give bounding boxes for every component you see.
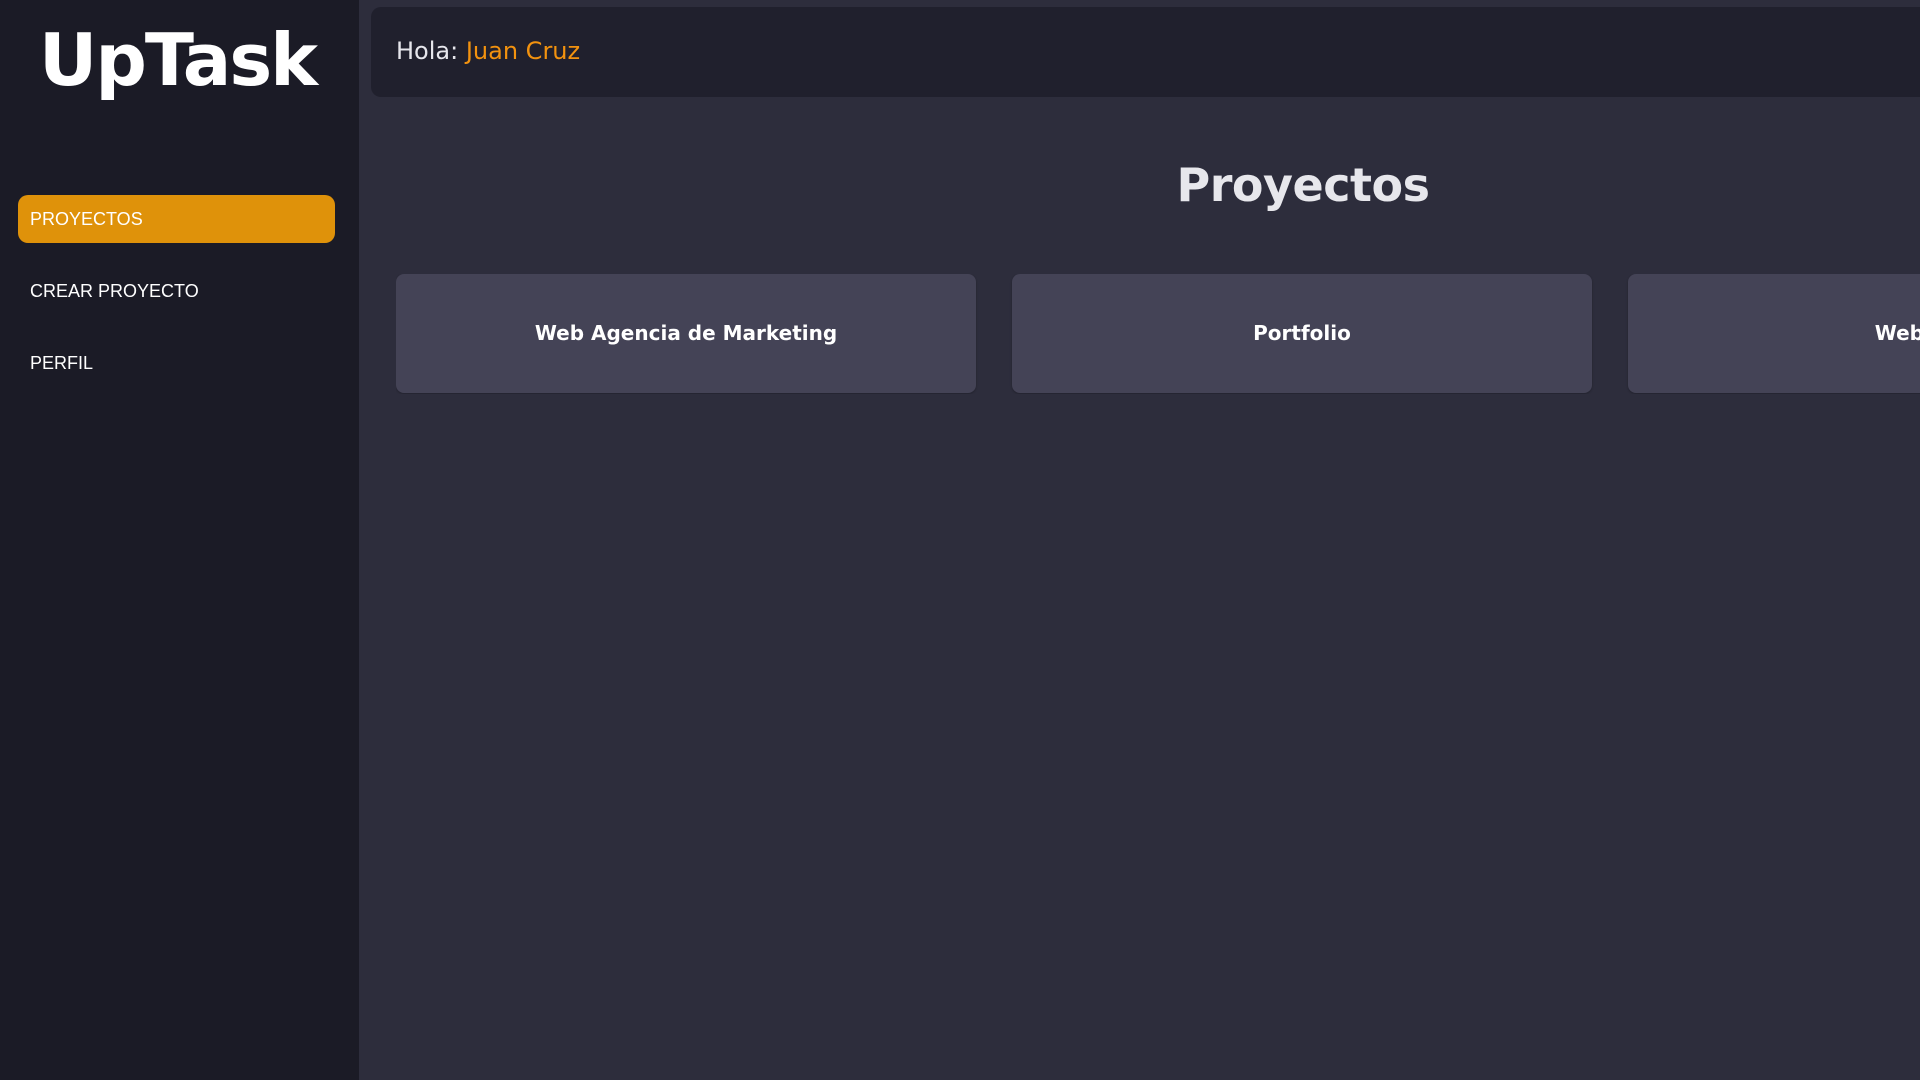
sidebar: UpTask PROYECTOS CREAR PROYECTO PERFIL (0, 0, 359, 1080)
sidebar-item-proyectos[interactable]: PROYECTOS (18, 195, 335, 243)
page-title: Proyectos (1176, 158, 1430, 212)
top-bar: Hola: Juan Cruz (371, 7, 1920, 97)
app-root: UpTask PROYECTOS CREAR PROYECTO PERFIL H… (0, 0, 1920, 1080)
sidebar-item-perfil[interactable]: PERFIL (18, 339, 335, 387)
user-greeting: Hola: Juan Cruz (396, 7, 580, 95)
project-list: Web Agencia de Marketing Portfolio Web H… (396, 274, 1920, 394)
user-name: Juan Cruz (465, 37, 581, 65)
project-card-portfolio[interactable]: Portfolio (1012, 274, 1592, 393)
greeting-prefix: Hola: (396, 37, 459, 65)
app-logo[interactable]: UpTask (0, 14, 355, 106)
sidebar-item-crear-proyecto[interactable]: CREAR PROYECTO (18, 267, 335, 315)
project-card-web[interactable]: Web He (1628, 274, 1920, 393)
sidebar-nav: PROYECTOS CREAR PROYECTO PERFIL (18, 195, 335, 411)
project-card-web-agencia-de-marketing[interactable]: Web Agencia de Marketing (396, 274, 976, 393)
